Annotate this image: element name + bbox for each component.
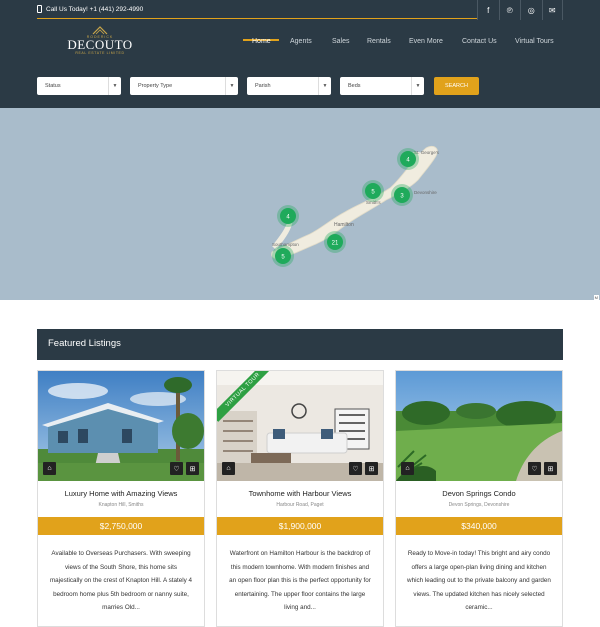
heart-icon[interactable]: ♡ — [528, 462, 541, 475]
pinterest-icon[interactable]: ℗ — [498, 0, 521, 20]
listing-price: $2,750,000 — [38, 517, 204, 535]
map-cluster[interactable]: 21 — [324, 231, 346, 253]
top-bar: Call Us Today! +1 (441) 292-4990 f ℗ ◎ ✉ — [0, 0, 600, 20]
listing-title[interactable]: Devon Springs Condo — [396, 489, 562, 498]
listing-address: Knapton Hill, Smiths — [98, 502, 144, 508]
facebook-icon[interactable]: f — [477, 0, 499, 20]
nav-virtual-tours[interactable]: Virtual Tours — [515, 38, 554, 45]
caret-down-icon: ▼ — [108, 77, 121, 95]
listing-title[interactable]: Townhome with Harbour Views — [217, 489, 383, 498]
cluster-count: 21 — [332, 241, 339, 247]
map-label-hamilton: Hamilton — [334, 222, 354, 228]
featured-listings-header: Featured Listings — [37, 329, 563, 360]
map-label-devonshire: Devonshire — [414, 190, 437, 195]
featured-listings-title: Featured Listings — [48, 338, 121, 349]
listing-address: Devon Springs, Devonshire — [448, 502, 510, 508]
map-corner-tag: M — [593, 295, 599, 300]
parish-select-value: Parish — [255, 83, 271, 89]
listings-map[interactable]: St. George's Devonshire Smith's Hamilton… — [0, 108, 600, 300]
compare-icon[interactable]: ⊞ — [365, 462, 378, 475]
listing-photo[interactable]: ⌂ ♡ ⊞ — [396, 371, 562, 481]
listing-address: Harbour Road, Paget — [276, 502, 324, 508]
map-cluster[interactable]: 3 — [391, 184, 413, 206]
home-icon[interactable]: ⌂ — [222, 462, 235, 475]
social-links: f ℗ ◎ ✉ — [477, 0, 563, 20]
nav-rentals[interactable]: Rentals — [367, 38, 391, 45]
nav-home[interactable]: Home — [252, 38, 271, 45]
beds-select-value: Beds — [348, 83, 361, 89]
map-cluster[interactable]: 4 — [277, 205, 299, 227]
status-select-value: Status — [45, 83, 61, 89]
listing-photo[interactable]: ⌂ ♡ ⊞ — [38, 371, 204, 481]
phone-text: Call Us Today! +1 (441) 292-4990 — [46, 5, 144, 13]
caret-down-icon: ▼ — [318, 77, 331, 95]
listing-description: Waterfront on Hamilton Harbour is the ba… — [229, 550, 371, 611]
site-header: Call Us Today! +1 (441) 292-4990 f ℗ ◎ ✉… — [0, 0, 600, 108]
phone-contact[interactable]: Call Us Today! +1 (441) 292-4990 — [37, 5, 143, 13]
property-type-select-value: Property Type — [138, 83, 173, 89]
parish-select[interactable]: Parish ▼ — [247, 77, 331, 95]
property-type-select[interactable]: Property Type ▼ — [130, 77, 238, 95]
status-select[interactable]: Status ▼ — [37, 77, 121, 95]
caret-down-icon: ▼ — [411, 77, 424, 95]
listing-price: $1,900,000 — [217, 517, 383, 535]
listing-photo[interactable]: VIRTUAL TOUR ⌂ ♡ ⊞ — [217, 371, 383, 481]
compare-icon[interactable]: ⊞ — [186, 462, 199, 475]
listing-card[interactable]: ⌂ ♡ ⊞ Devon Springs Condo Devon Springs,… — [395, 370, 563, 627]
map-cluster[interactable]: 5 — [272, 245, 294, 267]
bermuda-map: St. George's Devonshire Smith's Hamilton… — [271, 146, 440, 267]
listing-description: Ready to Move-in today! This bright and … — [407, 550, 551, 611]
listing-title[interactable]: Luxury Home with Amazing Views — [38, 489, 204, 498]
home-icon[interactable]: ⌂ — [401, 462, 414, 475]
mail-icon[interactable]: ✉ — [541, 0, 563, 20]
listing-card[interactable]: ⌂ ♡ ⊞ Luxury Home with Amazing Views Kna… — [37, 370, 205, 627]
heart-icon[interactable]: ♡ — [170, 462, 183, 475]
nav-contact-us[interactable]: Contact Us — [462, 38, 497, 45]
nav-sales[interactable]: Sales — [332, 38, 350, 45]
phone-icon — [37, 5, 42, 13]
main-nav: Home Agents Sales Rentals Even More Cont… — [0, 20, 600, 64]
home-icon[interactable]: ⌂ — [43, 462, 56, 475]
compare-icon[interactable]: ⊞ — [544, 462, 557, 475]
nav-agents[interactable]: Agents — [290, 38, 312, 45]
listing-description: Available to Overseas Purchasers. With s… — [49, 550, 193, 611]
map-cluster[interactable]: 4 — [397, 148, 419, 170]
nav-even-more[interactable]: Even More — [409, 38, 443, 45]
caret-down-icon: ▼ — [225, 77, 238, 95]
listing-price: $340,000 — [396, 517, 562, 535]
topbar-divider — [37, 18, 477, 19]
listing-card[interactable]: VIRTUAL TOUR ⌂ ♡ ⊞ Townhome with Harbour… — [216, 370, 384, 627]
heart-icon[interactable]: ♡ — [349, 462, 362, 475]
instagram-icon[interactable]: ◎ — [520, 0, 542, 20]
search-filters: Status ▼ Property Type ▼ Parish ▼ Beds ▼… — [0, 77, 600, 95]
beds-select[interactable]: Beds ▼ — [340, 77, 424, 95]
search-button[interactable]: SEARCH — [434, 77, 479, 95]
map-cluster[interactable]: 5 — [362, 180, 384, 202]
